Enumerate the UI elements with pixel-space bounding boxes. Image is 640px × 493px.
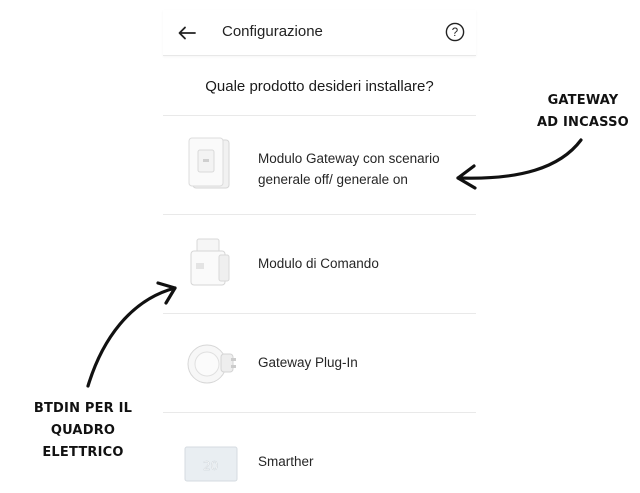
arrow-to-gateway — [456, 138, 583, 190]
arrow-to-command-module — [86, 281, 177, 388]
annotation-arrows — [86, 138, 583, 388]
